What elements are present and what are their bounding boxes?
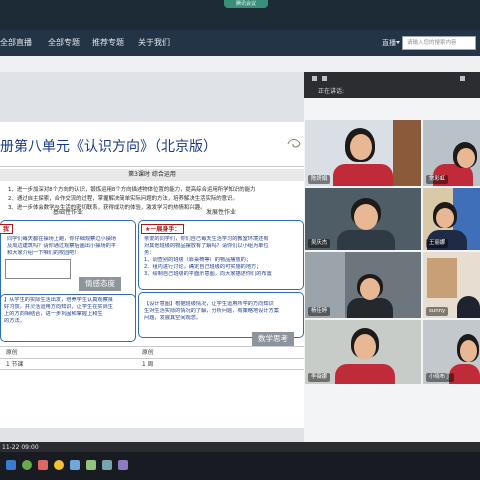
video-tile[interactable]: sunny xyxy=(423,252,480,318)
search-input[interactable]: 请输入您的搜索内容 xyxy=(402,36,476,50)
basic-task-tag: 我 xyxy=(0,224,14,234)
meeting-icon[interactable] xyxy=(102,460,112,470)
participant-face xyxy=(457,148,475,168)
participant-name: 李薇娜 xyxy=(308,373,331,382)
participant-body xyxy=(337,230,395,250)
drawing-area xyxy=(5,259,71,279)
basic-task-line-2: 及周边建筑吗？请你通过观察后画出小操场的平 xyxy=(7,243,116,249)
office-icon[interactable] xyxy=(38,460,48,470)
advanced-design-line-1: 【设计意图】根据班级情况，让学生运用所学的方向知识 xyxy=(144,301,274,307)
video-tile[interactable]: 李薇娜 xyxy=(305,320,421,384)
participant-face xyxy=(460,340,477,362)
shared-slide-frame: 册第八单元《认识方向》（北京版） 第3课时 综合运用 1、进一步加深对8个方向的… xyxy=(0,72,304,442)
advanced-task-line-2: 对其他班级的物品摆放有了解吗？请你们以小组为单位 xyxy=(144,243,269,249)
site-navbar: 全部直播 全部专题 推荐专题 关于我们 直播 请输入您的搜索内容 xyxy=(0,30,480,56)
advanced-task-line-3: 务： xyxy=(144,250,155,256)
basic-design-line-4: 的方法。 xyxy=(4,318,25,324)
participant-face xyxy=(360,278,380,300)
advanced-task-line-1: 亲爱的同学们，你们自己每天生活学习的教室环境还有 xyxy=(144,236,269,242)
advanced-design-line-3: 问题，发展其空间观念。 xyxy=(144,315,202,321)
chevron-down-icon xyxy=(396,41,400,44)
participant-body xyxy=(449,364,480,384)
basic-task-line-3: 和大家介绍一下咱们的校园吧！ xyxy=(7,250,80,256)
nav-item-about[interactable]: 关于我们 xyxy=(138,30,170,56)
camera-icon[interactable] xyxy=(322,76,327,81)
browser-icon[interactable] xyxy=(22,460,32,470)
chat-icon[interactable] xyxy=(70,460,80,470)
advanced-design-line-2: 生对生活实际的情况的了解，分析问题，有策略地设计方案 xyxy=(144,308,279,314)
swirl-decoration-icon xyxy=(287,139,301,148)
basic-design-line-1: 】从学生的实际生活出发，培养学生认真观察良 xyxy=(4,297,113,303)
advanced-task-line-4: 1、调查别的班级（靠桌椅等）的物品摆放的； xyxy=(144,257,252,263)
basic-design-line-2: 好习惯，并灵活运用方向知识，让学生在实际生 xyxy=(4,304,113,310)
nav-item-all-topics[interactable]: 全部专题 xyxy=(48,30,80,56)
participant-name: 常彩虹 xyxy=(426,175,449,184)
video-toolbar xyxy=(304,72,480,86)
lesson-subtitle: 第3课时 综合运用 xyxy=(0,169,304,181)
wechat-icon[interactable] xyxy=(86,460,96,470)
video-icon[interactable] xyxy=(118,460,128,470)
advanced-task-line-6: 3、绘制自己班级的平面示意图，向大家描述你们的布置 xyxy=(144,271,272,277)
video-tile[interactable]: 陈妍娟 xyxy=(305,120,421,186)
participant-face xyxy=(354,204,378,230)
participant-name: 小晓布丁 xyxy=(426,373,454,382)
slide-title: 册第八单元《认识方向》（北京版） xyxy=(0,139,217,155)
close-icon[interactable] xyxy=(460,76,465,81)
meeting-status-pill[interactable]: 腾讯会议 xyxy=(224,0,268,8)
column-basic: 基础性作业 xyxy=(52,209,83,216)
door-background xyxy=(393,120,421,186)
advanced-task-tag: ★一展身手： xyxy=(141,224,185,234)
table-row: 1 节课 1 周 xyxy=(0,358,304,370)
participant-name: 陈妍娟 xyxy=(308,175,331,184)
shelf-background xyxy=(427,258,457,298)
live-dropdown[interactable]: 直播 xyxy=(382,38,396,48)
video-tile[interactable]: 吴庆杰 xyxy=(305,188,421,250)
basic-design-line-3: 上的方向相结合，进一步巩固和掌握上和生 xyxy=(4,311,103,317)
start-icon[interactable] xyxy=(6,460,16,470)
duration-left: 1 节课 xyxy=(6,362,24,368)
nav-item-recommended[interactable]: 推荐专题 xyxy=(92,30,124,56)
participant-name: sunny xyxy=(426,307,449,316)
slide: 册第八单元《认识方向》（北京版） 第3课时 综合运用 1、进一步加深对8个方向的… xyxy=(0,122,304,428)
participant-name: 杨佳婷 xyxy=(308,307,331,316)
participant-face xyxy=(350,134,372,160)
participant-body xyxy=(347,298,393,318)
video-tile[interactable]: 小晓布丁 xyxy=(423,320,480,384)
talking-indicator: 正在讲话: xyxy=(304,86,480,98)
emotion-tag: 情感态度 xyxy=(79,277,121,291)
participant-body xyxy=(335,364,395,384)
participant-body xyxy=(333,164,393,186)
video-tile[interactable]: 王丽娜 xyxy=(423,188,480,250)
participant-face xyxy=(354,334,376,360)
duration-right: 1 周 xyxy=(142,362,154,368)
participant-body xyxy=(457,296,480,318)
basic-task-line-1: 同学们每天都在操场上跑，你仔细观察过小操场 xyxy=(7,236,116,242)
participant-name: 王丽娜 xyxy=(426,239,449,248)
objective-1: 1、进一步加深对8个方向的认识，锻炼运用8个方向描述物体位置的能力，提高综合运用… xyxy=(8,187,256,193)
app-icon[interactable] xyxy=(54,460,64,470)
participant-face xyxy=(436,208,454,228)
timestamp: 11-22 09:00 xyxy=(2,444,39,451)
participant-name: 吴庆杰 xyxy=(308,239,331,248)
nav-item-all-live[interactable]: 全部直播 xyxy=(0,30,32,56)
advanced-task-box: ★一展身手： 亲爱的同学们，你们自己每天生活学习的教室环境还有 对其他班级的物品… xyxy=(138,220,304,290)
advanced-task-line-5: 2、组内进行讨论，确定自己班级的可实施的地方； xyxy=(144,264,262,270)
basic-design-box: 】从学生的实际生活出发，培养学生认真观察良 好习惯，并灵活运用方向知识，让学生在… xyxy=(0,294,136,342)
video-tile[interactable]: 常彩虹 xyxy=(423,120,480,186)
math-thinking-tag: 数学思考 xyxy=(252,332,294,346)
column-advanced: 发展性作业 xyxy=(205,209,236,216)
mic-icon[interactable] xyxy=(312,76,317,81)
taskbar xyxy=(0,452,480,480)
objective-2: 2、通过自主探索，合作交流的过程，掌握解决简单实际问题的方法，培养解决生活实际的… xyxy=(8,196,238,202)
video-tile[interactable]: 杨佳婷 xyxy=(305,252,421,318)
table-row: 原创 原创 xyxy=(0,346,304,358)
